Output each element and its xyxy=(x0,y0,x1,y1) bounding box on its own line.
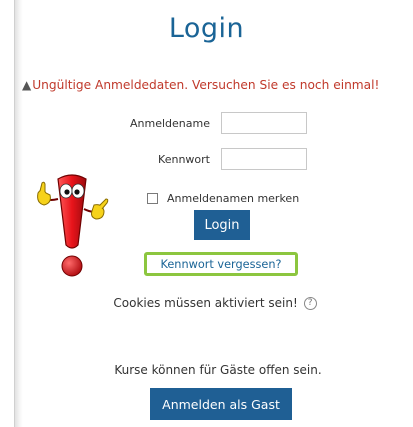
remember-label: Anmeldenamen merken xyxy=(167,192,300,205)
remember-checkbox[interactable] xyxy=(147,193,158,204)
error-text: Ungültige Anmeldedaten. Versuchen Sie es… xyxy=(32,78,380,92)
guest-login-button[interactable]: Anmelden als Gast xyxy=(150,388,292,420)
username-label: Anmeldename xyxy=(130,117,210,130)
password-label: Kennwort xyxy=(158,153,210,166)
error-message: ▲Ungültige Anmeldedaten. Versuchen Sie e… xyxy=(22,78,379,92)
username-field[interactable] xyxy=(221,112,307,134)
forgot-password-highlight: Kennwort vergessen? xyxy=(144,252,298,276)
warning-triangle-icon: ▲ xyxy=(22,78,32,92)
cookies-notice: Cookies müssen aktiviert sein! ? xyxy=(0,296,413,310)
login-button[interactable]: Login xyxy=(194,210,250,240)
forgot-password-link[interactable]: Kennwort vergessen? xyxy=(160,258,281,271)
cookies-notice-text: Cookies müssen aktiviert sein! xyxy=(113,296,298,310)
password-field[interactable] xyxy=(221,148,307,170)
exclamation-mascot-icon xyxy=(37,174,109,277)
guest-note: Kurse können für Gäste offen sein. xyxy=(114,363,322,377)
page-title: Login xyxy=(168,13,245,44)
question-mark-icon[interactable]: ? xyxy=(303,297,317,310)
